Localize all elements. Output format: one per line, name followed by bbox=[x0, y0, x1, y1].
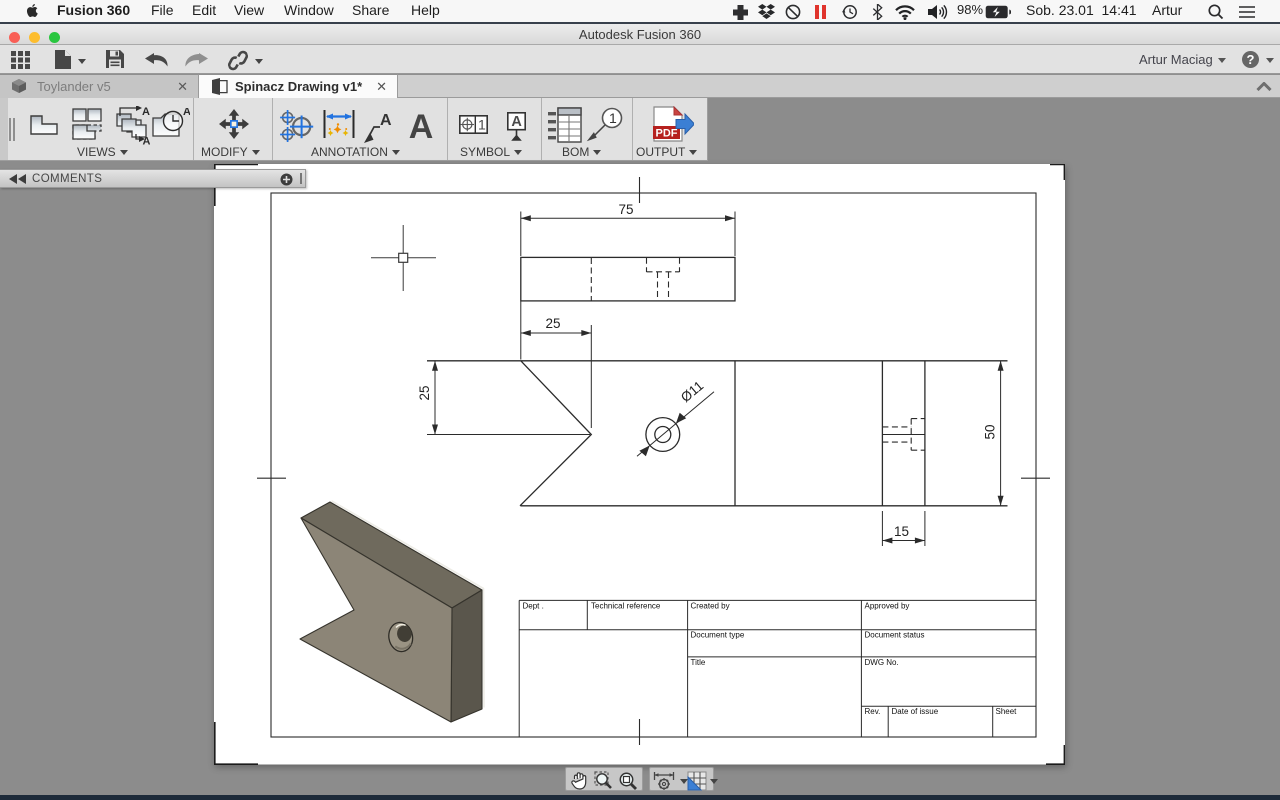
svg-text:1: 1 bbox=[478, 117, 486, 133]
svg-text:Document type: Document type bbox=[691, 631, 745, 640]
svg-text:Date of issue: Date of issue bbox=[892, 707, 939, 716]
svg-text:50: 50 bbox=[983, 424, 998, 439]
svg-text:A: A bbox=[511, 114, 522, 130]
svg-text:1: 1 bbox=[609, 110, 617, 126]
svg-text:15: 15 bbox=[894, 524, 909, 539]
svg-text:DWG No.: DWG No. bbox=[865, 658, 899, 667]
svg-text:Sheet: Sheet bbox=[996, 707, 1018, 716]
svg-text:PDF: PDF bbox=[656, 128, 678, 140]
svg-text:A: A bbox=[380, 112, 392, 129]
svg-text:A: A bbox=[142, 106, 150, 118]
svg-text:Approved by: Approved by bbox=[865, 602, 910, 611]
svg-text:75: 75 bbox=[618, 202, 633, 217]
svg-text:A: A bbox=[183, 108, 190, 118]
svg-text:25: 25 bbox=[545, 316, 560, 331]
svg-text:Document status: Document status bbox=[865, 631, 925, 640]
svg-text:Dept .: Dept . bbox=[523, 602, 544, 611]
svg-text:Title: Title bbox=[691, 658, 706, 667]
svg-text:25: 25 bbox=[417, 385, 432, 400]
svg-text:Rev.: Rev. bbox=[865, 707, 881, 716]
svg-text:A: A bbox=[143, 136, 151, 147]
svg-text:Technical reference: Technical reference bbox=[591, 602, 661, 611]
svg-text:Created by: Created by bbox=[691, 602, 730, 611]
